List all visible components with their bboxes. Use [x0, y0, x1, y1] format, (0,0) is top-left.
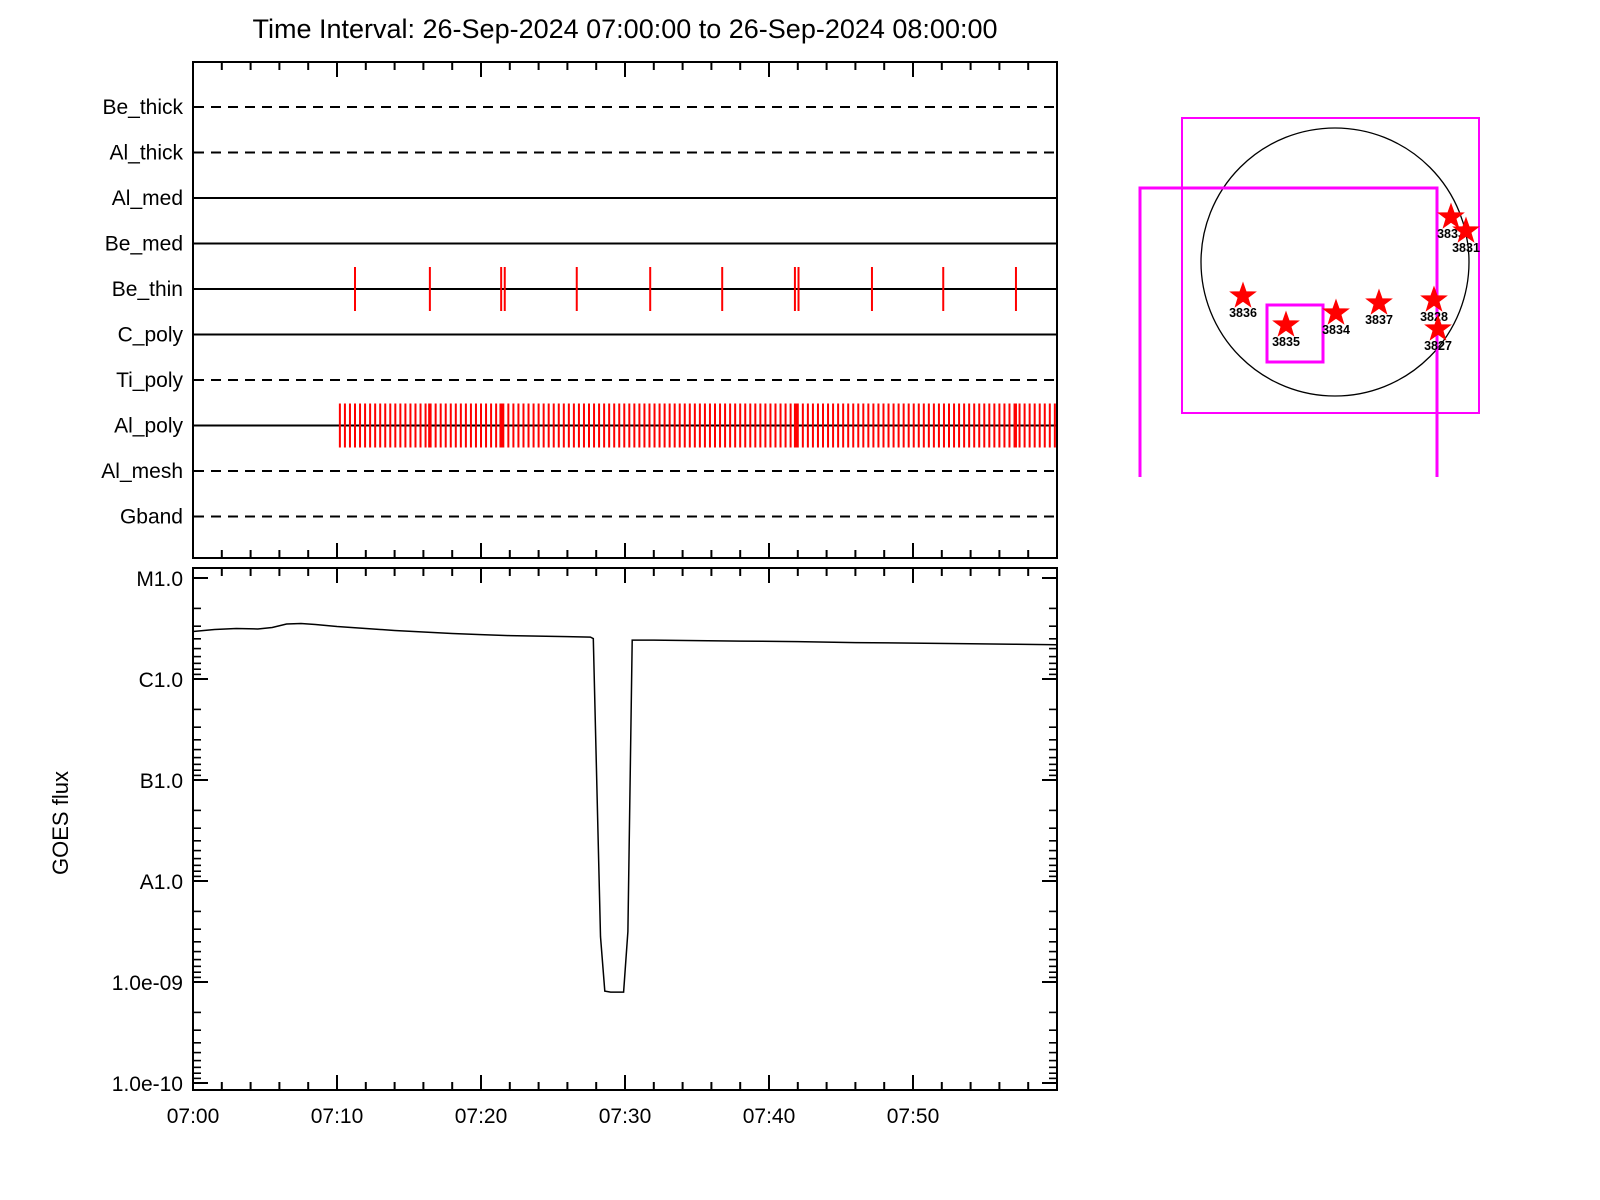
observation-plot-svg: Be_thick Al_thick Al_med Be_med Be_thin C_pol…	[101, 61, 1480, 1128]
goes-flux-curve	[192, 622, 1058, 993]
y-tick-label: M1.0	[136, 568, 183, 591]
goes-flux-axis-title: GOES flux	[48, 771, 73, 875]
active-region-star	[1420, 285, 1448, 312]
channel-label: Gband	[120, 506, 183, 529]
active-region-star	[1365, 288, 1393, 315]
channel-label: Al_poly	[114, 415, 183, 438]
plot-title: Time Interval: 26-Sep-2024 07:00:00 to 2…	[252, 14, 998, 44]
active-region-star	[1322, 298, 1350, 325]
timeline-frame	[192, 61, 1058, 559]
active-region-label: 3837	[1365, 313, 1393, 327]
x-tick-label: 07:50	[887, 1105, 940, 1128]
solar-limb-circle	[1200, 127, 1470, 397]
channel-label: Ti_poly	[116, 369, 183, 392]
fov-box-small	[1265, 303, 1325, 364]
y-tick-label: 1.0e-09	[112, 972, 183, 995]
channel-label: Al_thick	[109, 142, 183, 165]
active-region-label: 3836	[1229, 306, 1257, 320]
active-region-label: 3827	[1424, 339, 1452, 353]
x-tick-label: 07:40	[743, 1105, 796, 1128]
x-tick-label: 07:00	[167, 1105, 220, 1128]
active-region-star	[1437, 202, 1465, 229]
y-tick-label: 1.0e-10	[112, 1073, 183, 1096]
channel-label: Be_med	[105, 233, 183, 256]
plot-canvas: Time Interval: 26-Sep-2024 07:00:00 to 2…	[0, 0, 1600, 1200]
active-region-label: 3828	[1420, 310, 1448, 324]
active-region-star	[1272, 310, 1300, 337]
active-region-label: 3831	[1452, 241, 1480, 255]
channel-label: Al_mesh	[101, 460, 183, 483]
channel-label: C_poly	[118, 324, 184, 347]
x-tick-label: 07:20	[455, 1105, 508, 1128]
fov-box-outer	[1181, 117, 1480, 414]
y-tick-label: C1.0	[139, 669, 183, 692]
channel-label: Be_thin	[112, 278, 183, 301]
active-region-star	[1229, 281, 1257, 308]
goes-frame	[192, 567, 1058, 1091]
y-tick-label: B1.0	[140, 770, 183, 793]
x-tick-label: 07:30	[599, 1105, 652, 1128]
active-region-label: 3834	[1322, 323, 1350, 337]
active-region-label: 3835	[1272, 335, 1300, 349]
y-tick-label: A1.0	[140, 871, 183, 894]
x-tick-label: 07:10	[311, 1105, 364, 1128]
channel-label: Be_thick	[102, 96, 183, 119]
channel-label: Al_med	[112, 187, 183, 210]
